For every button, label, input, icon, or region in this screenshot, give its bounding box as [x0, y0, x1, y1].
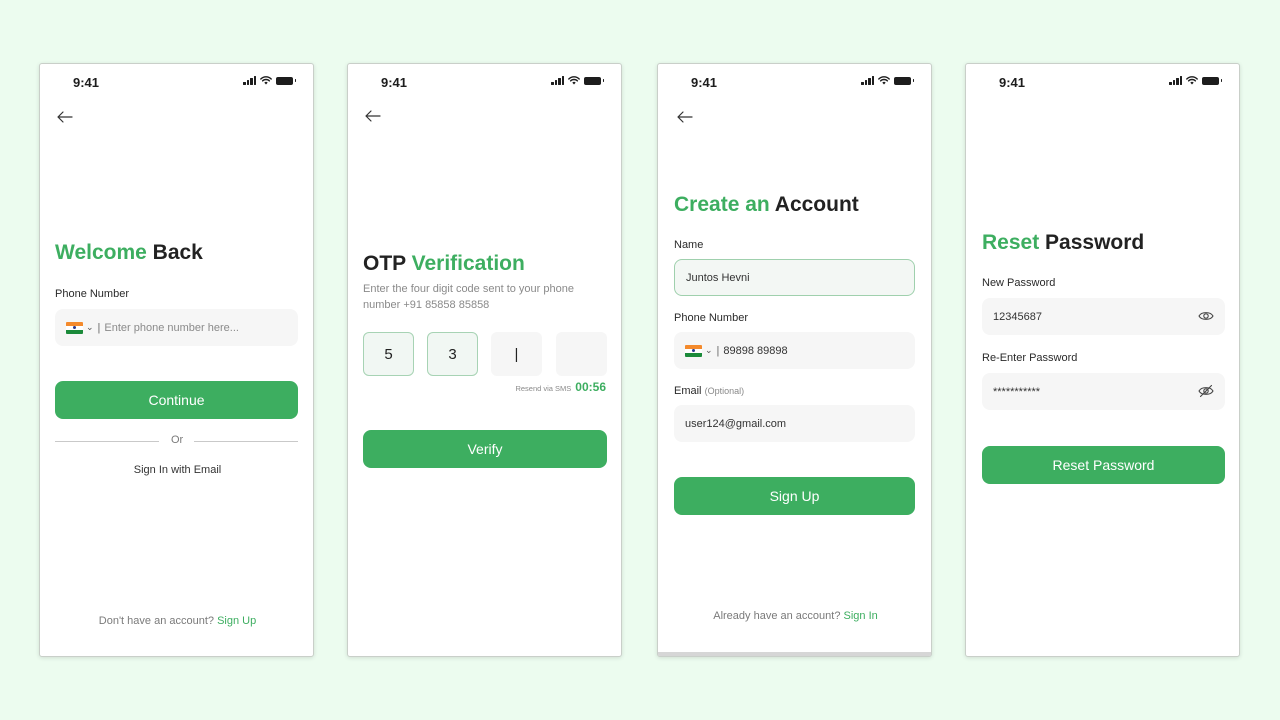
new-password-input[interactable]: 12345687 — [982, 298, 1225, 335]
otp-description: Enter the four digit code sent to your p… — [363, 283, 574, 311]
verify-button[interactable]: Verify — [363, 430, 607, 468]
reset-password-button[interactable]: Reset Password — [982, 446, 1225, 484]
wifi-icon — [1186, 76, 1198, 85]
email-label: Email (Optional) — [674, 385, 745, 397]
signup-link[interactable]: Sign Up — [217, 615, 256, 627]
phone-placeholder: Enter phone number here... — [104, 321, 239, 334]
page-title: Welcome Back — [55, 241, 203, 264]
back-arrow-icon[interactable] — [363, 109, 383, 123]
page-title: Create an Account — [674, 193, 859, 216]
wifi-icon — [878, 76, 890, 85]
eye-off-icon[interactable] — [1198, 384, 1214, 398]
signup-screen: 9:41 Create an Account Name Juntos Hevni… — [657, 63, 932, 657]
signin-link[interactable]: Sign In — [844, 610, 878, 622]
or-label: Or — [171, 434, 184, 446]
status-icons — [861, 76, 914, 85]
signin-footer: Already have an account? Sign In — [713, 610, 878, 622]
phone-label: Phone Number — [674, 312, 748, 324]
reenter-password-input[interactable]: *********** — [982, 373, 1225, 410]
otp-screen: 9:41 OTP Verification Enter the four dig… — [347, 63, 622, 657]
signup-footer: Don't have an account? Sign Up — [98, 615, 257, 627]
otp-digit-2[interactable]: 3 — [427, 332, 478, 376]
signal-icon — [243, 76, 256, 85]
email-input[interactable]: user124@gmail.com — [674, 405, 915, 442]
name-input[interactable]: Juntos Hevni — [674, 259, 915, 296]
email-signin-link[interactable]: Sign In with Email — [40, 464, 313, 476]
wifi-icon — [568, 76, 580, 85]
continue-button[interactable]: Continue — [55, 381, 298, 419]
phone-value: 89898 89898 — [723, 344, 788, 357]
divider-right — [194, 441, 298, 442]
otp-digit-3[interactable]: | — [491, 332, 542, 376]
status-icons — [243, 76, 296, 85]
otp-timer: 00:56 — [575, 380, 606, 394]
battery-icon — [584, 76, 604, 85]
status-time: 9:41 — [691, 75, 718, 90]
optional-hint: (Optional) — [704, 386, 745, 396]
otp-digit-1[interactable]: 5 — [363, 332, 414, 376]
india-flag-icon[interactable] — [685, 344, 702, 357]
name-label: Name — [674, 239, 704, 251]
signal-icon — [551, 76, 564, 85]
phone-input[interactable]: ⌄ | 89898 89898 — [674, 332, 915, 369]
battery-icon — [1202, 76, 1222, 85]
page-title: OTP Verification — [363, 252, 525, 275]
login-screen: 9:41 Welcome Back Phone Number ⌄ | Enter… — [39, 63, 314, 657]
signal-icon — [861, 76, 874, 85]
signup-button[interactable]: Sign Up — [674, 477, 915, 515]
new-password-value: 12345687 — [993, 310, 1042, 323]
reenter-password-value: *********** — [993, 385, 1041, 398]
resend-link[interactable]: Resend via SMS — [515, 384, 571, 393]
phone-label: Phone Number — [55, 288, 129, 300]
status-time: 9:41 — [381, 75, 408, 90]
chevron-down-icon[interactable]: ⌄ — [86, 322, 94, 333]
status-time: 9:41 — [999, 75, 1026, 90]
otp-digit-4[interactable] — [556, 332, 607, 376]
divider-left — [55, 441, 159, 442]
back-arrow-icon[interactable] — [675, 110, 695, 124]
status-icons — [551, 76, 604, 85]
india-flag-icon[interactable] — [66, 321, 83, 334]
back-arrow-icon[interactable] — [55, 110, 75, 124]
battery-icon — [276, 76, 296, 85]
reenter-password-label: Re-Enter Password — [982, 352, 1078, 364]
page-title: Reset Password — [982, 231, 1145, 254]
new-password-label: New Password — [982, 277, 1056, 289]
wifi-icon — [260, 76, 272, 85]
signal-icon — [1169, 76, 1182, 85]
eye-icon[interactable] — [1198, 309, 1214, 323]
status-time: 9:41 — [73, 75, 100, 90]
resend-row: Resend via SMS 00:56 — [515, 380, 606, 394]
battery-icon — [894, 76, 914, 85]
phone-input[interactable]: ⌄ | Enter phone number here... — [55, 309, 298, 346]
reset-password-screen: 9:41 Reset Password New Password 1234568… — [965, 63, 1240, 657]
status-icons — [1169, 76, 1222, 85]
chevron-down-icon[interactable]: ⌄ — [705, 345, 713, 356]
